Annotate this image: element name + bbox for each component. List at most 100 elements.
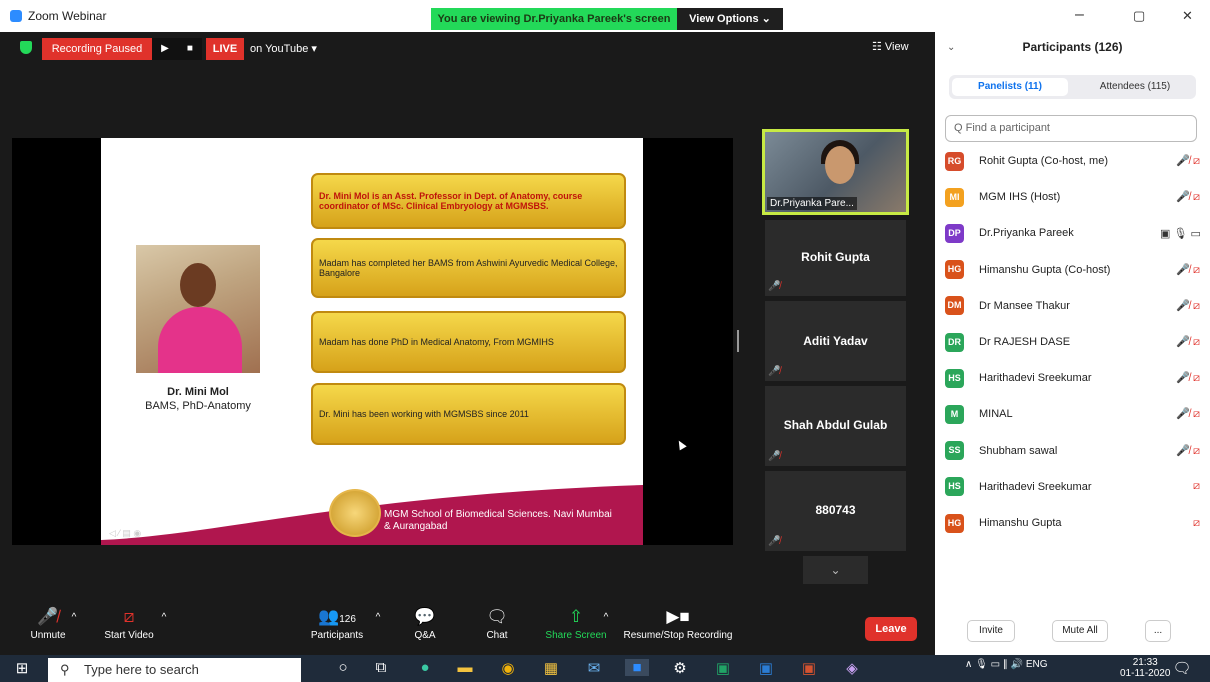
mute-all-button[interactable]: Mute All: [1052, 620, 1108, 642]
participant-row[interactable]: RG Rohit Gupta (Co-host, me) 🎤̸ ⧄: [945, 147, 1200, 175]
speaker-name: Dr. Mini Mol: [167, 386, 229, 398]
participant-status-icons[interactable]: 🎤̸ ⧄: [1160, 263, 1200, 277]
active-speaker-video[interactable]: Dr.Priyanka Pare...: [762, 129, 909, 215]
avatar: DP: [945, 223, 964, 243]
resume-stop-recording-button[interactable]: ▶■ Resume/Stop Recording: [620, 606, 736, 641]
excel-icon[interactable]: ▣: [711, 659, 735, 677]
taskbar-clock[interactable]: 21:33 01-11-2020: [1120, 657, 1170, 679]
video-tile[interactable]: Shah Abdul Gulab 🎤̸: [765, 386, 906, 466]
video-tile[interactable]: Aditi Yadav 🎤̸: [765, 301, 906, 381]
video-options-caret[interactable]: ^: [158, 612, 170, 623]
avatar: HG: [945, 513, 964, 533]
video-tile[interactable]: Rohit Gupta 🎤̸: [765, 220, 906, 296]
bio-box-4: Dr. Mini has been working with MGMSBS si…: [311, 383, 626, 445]
presentation-slide: Dr. Mini Mol BAMS, PhD-Anatomy Dr. Mini …: [101, 138, 643, 545]
participant-status-icons[interactable]: 🎤̸ ⧄: [1160, 335, 1200, 349]
security-shield-icon[interactable]: [20, 41, 32, 54]
participant-status-icons[interactable]: ⧄: [1160, 517, 1200, 530]
minimize-button[interactable]: –: [1075, 6, 1084, 24]
participant-status-icons[interactable]: ⧄: [1160, 480, 1200, 493]
live-badge: LIVE: [206, 38, 244, 60]
resume-recording-button[interactable]: ▶: [161, 38, 169, 60]
slide-controls[interactable]: ◁ ⁄ ▤ ◉: [109, 528, 141, 539]
unmute-button[interactable]: 🎤̸ Unmute: [25, 606, 71, 641]
scroll-videos-down-button[interactable]: ⌄: [803, 556, 868, 584]
window-title: Zoom Webinar: [28, 9, 107, 23]
participant-status-icons[interactable]: 🎤̸ ⧄: [1160, 154, 1200, 168]
viewing-banner: You are viewing Dr.Priyanka Pareek's scr…: [431, 8, 677, 30]
participant-row[interactable]: HG Himanshu Gupta ⧄: [945, 509, 1200, 537]
participant-search-input[interactable]: Q Find a participant: [945, 115, 1197, 142]
file-explorer-icon[interactable]: ▬: [453, 659, 477, 676]
start-video-button[interactable]: ⧄ Start Video: [97, 606, 161, 641]
participant-count: 126: [339, 614, 356, 625]
participant-status-icons[interactable]: 🎤̸ ⧄: [1160, 190, 1200, 204]
participant-status-icons[interactable]: 🎤̸ ⧄: [1160, 371, 1200, 385]
avatar: HS: [945, 368, 964, 388]
participant-row[interactable]: MI MGM IHS (Host) 🎤̸ ⧄: [945, 183, 1200, 211]
share-options-caret[interactable]: ^: [600, 612, 612, 623]
speaker-photo: [136, 245, 260, 373]
participant-name: Harithadevi Sreekumar: [979, 480, 1092, 493]
participants-title: Participants (126): [1022, 40, 1123, 54]
participant-row[interactable]: DR Dr RAJESH DASE 🎤̸ ⧄: [945, 328, 1200, 356]
muted-mic-icon: 🎤̸: [37, 607, 59, 626]
avatar: SS: [945, 441, 964, 461]
tab-panelists[interactable]: Panelists (11): [952, 78, 1068, 96]
participant-row[interactable]: M MINAL 🎤̸ ⧄: [945, 400, 1200, 428]
participant-row[interactable]: DM Dr Mansee Thakur 🎤̸ ⧄: [945, 292, 1200, 320]
edge-browser-icon[interactable]: ●: [413, 659, 437, 676]
participant-row[interactable]: HG Himanshu Gupta (Co-host) 🎤̸ ⧄: [945, 256, 1200, 284]
video-tile[interactable]: 880743 🎤̸: [765, 471, 906, 551]
participant-row[interactable]: SS Shubham sawal 🎤̸ ⧄: [945, 437, 1200, 465]
leave-button[interactable]: Leave: [865, 617, 917, 641]
participant-row[interactable]: HS Harithadevi Sreekumar ⧄: [945, 473, 1200, 501]
chat-icon: 🗨: [486, 607, 508, 626]
participant-status-icons[interactable]: 🎤̸ ⧄: [1160, 407, 1200, 421]
settings-icon[interactable]: ⚙: [668, 659, 692, 677]
participant-name: Rohit Gupta (Co-host, me): [979, 155, 1108, 167]
store-icon[interactable]: ▦: [539, 659, 563, 677]
panel-resize-handle[interactable]: [737, 330, 739, 352]
avatar: HS: [945, 477, 964, 497]
notifications-icon[interactable]: 🗨: [1170, 659, 1194, 677]
youtube-live-dropdown[interactable]: on YouTube ▾: [246, 38, 321, 60]
zoom-app-icon[interactable]: ■: [625, 659, 649, 676]
participant-status-icons[interactable]: 🎤̸ ⧄: [1160, 299, 1200, 313]
qa-button[interactable]: 💬 Q&A: [410, 606, 440, 641]
system-tray[interactable]: ∧ 🎙 ▭ ∥ 🔊 ENG: [965, 659, 1047, 670]
invite-button[interactable]: Invite: [967, 620, 1015, 642]
participant-tabs: Panelists (11) Attendees (115): [949, 75, 1196, 99]
participant-status-icons[interactable]: ▣ 🎙 ▭: [1160, 227, 1201, 240]
participant-status-icons[interactable]: 🎤̸ ⧄: [1160, 444, 1200, 458]
zoom-logo-icon: [10, 10, 22, 22]
muted-mic-icon: 🎤̸: [768, 281, 781, 292]
close-button[interactable]: ✕: [1182, 8, 1193, 24]
bio-box-2: Madam has completed her BAMS from Ashwin…: [311, 238, 626, 298]
footer-line-1: MGM School of Biomedical Sciences. Navi …: [384, 509, 612, 520]
participant-name: Shubham sawal: [979, 444, 1058, 457]
participant-row[interactable]: DP Dr.Priyanka Pareek ▣ 🎙 ▭: [945, 219, 1201, 247]
task-view-icon[interactable]: ⧉: [369, 659, 393, 676]
windows-start-icon[interactable]: ⊞: [10, 659, 34, 677]
audio-options-caret[interactable]: ^: [68, 612, 80, 623]
participant-row[interactable]: HS Harithadevi Sreekumar 🎤̸ ⧄: [945, 364, 1200, 392]
more-options-button[interactable]: ...: [1145, 620, 1171, 642]
stop-recording-button[interactable]: ■: [187, 38, 193, 60]
powerpoint-icon[interactable]: ▣: [797, 659, 821, 677]
mail-icon[interactable]: ✉: [582, 659, 606, 677]
view-options-button[interactable]: View Options ⌄: [677, 8, 783, 30]
taskbar-search-input[interactable]: ⚲ Type here to search: [48, 658, 301, 682]
tab-attendees[interactable]: Attendees (115): [1077, 78, 1193, 96]
maximize-button[interactable]: ▢: [1133, 8, 1145, 24]
word-icon[interactable]: ▣: [754, 659, 778, 677]
chrome-icon[interactable]: ◉: [496, 659, 520, 677]
view-layout-button[interactable]: ☷ View: [872, 40, 909, 53]
windows-taskbar: ⊞ ⚲ Type here to search ○ ⧉ ● ▬ ◉ ▦ ✉ ■ ⚙…: [0, 655, 1210, 682]
paint-icon[interactable]: ◈: [840, 659, 864, 677]
participants-options-caret[interactable]: ^: [372, 612, 384, 623]
chat-button[interactable]: 🗨 Chat: [482, 606, 512, 641]
avatar: RG: [945, 151, 964, 171]
participants-button[interactable]: 👥126 Participants: [305, 606, 369, 641]
cortana-icon[interactable]: ○: [331, 659, 355, 676]
